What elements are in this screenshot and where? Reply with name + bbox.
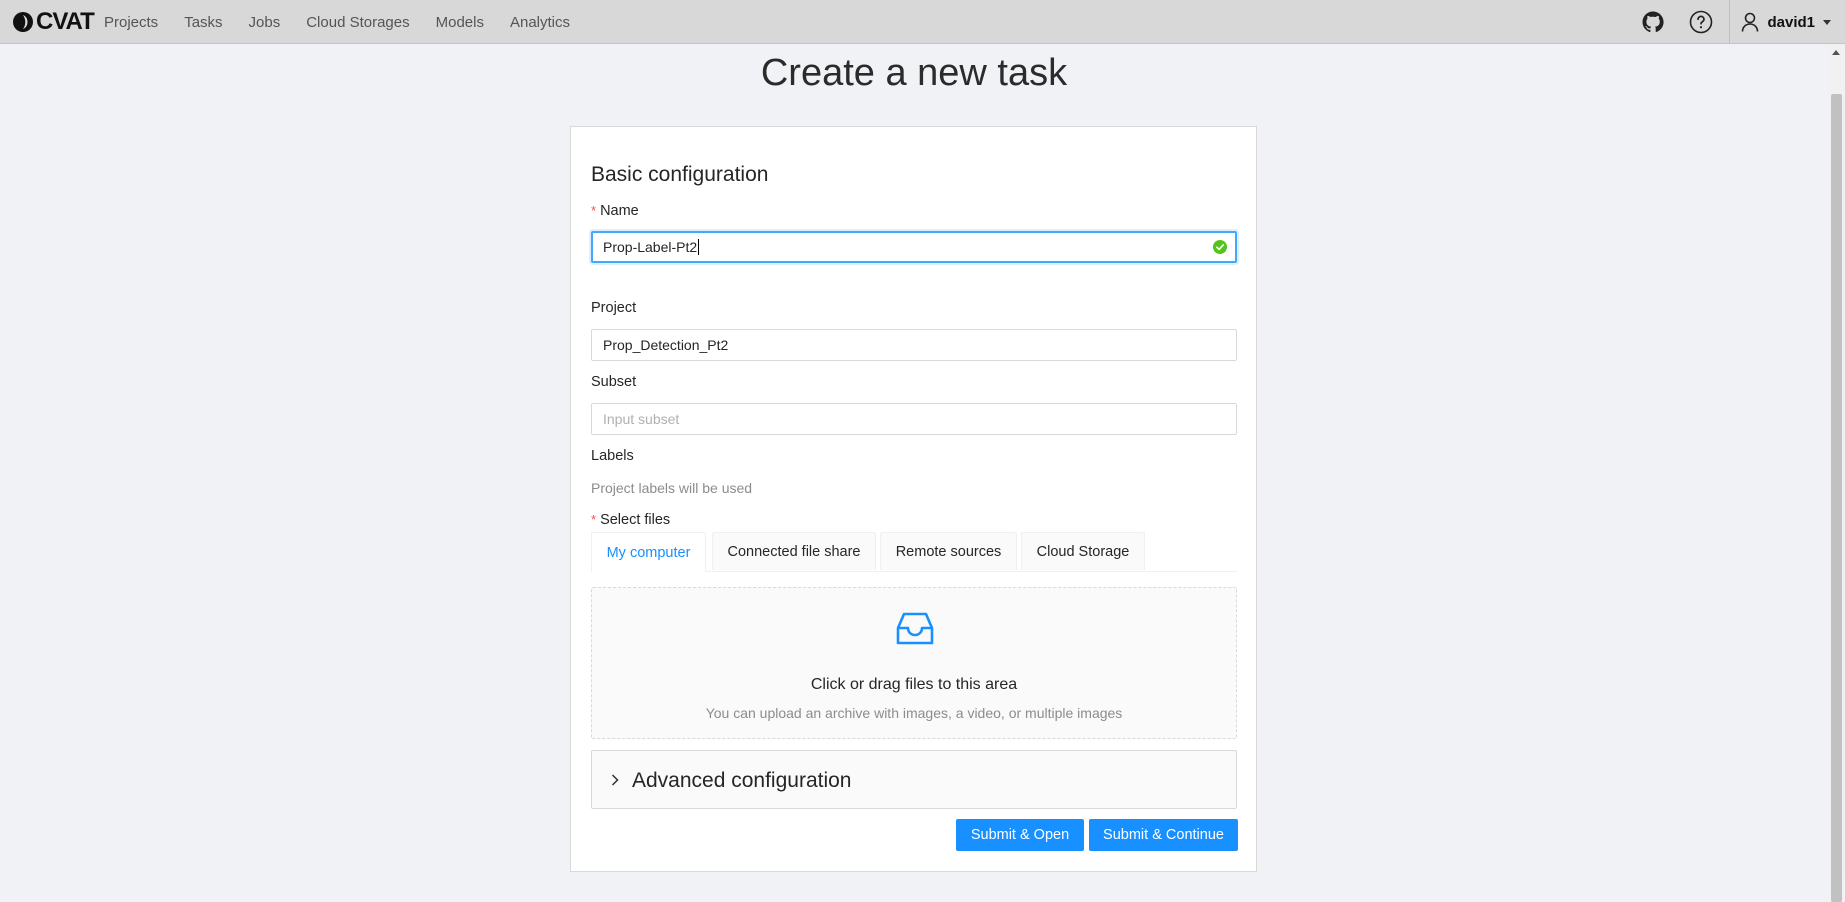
- tab-cloud-storage[interactable]: Cloud Storage: [1021, 532, 1145, 570]
- project-label: Project: [591, 300, 637, 316]
- advanced-configuration-title: Advanced configuration: [632, 769, 852, 792]
- dropzone-title: Click or drag files to this area: [810, 676, 1018, 693]
- section-title: Basic configuration: [591, 163, 769, 186]
- nav-jobs[interactable]: Jobs: [236, 14, 294, 31]
- name-input[interactable]: Prop-Label-Pt2: [591, 231, 1237, 263]
- select-files-label: * Select files: [591, 512, 671, 528]
- main-nav: Projects Tasks Jobs Cloud Storages Model…: [91, 0, 583, 44]
- question-circle-icon[interactable]: [1689, 10, 1713, 34]
- user-icon: [1742, 12, 1759, 32]
- user-name: david1: [1767, 13, 1815, 31]
- nav-projects[interactable]: Projects: [91, 14, 171, 31]
- page-scrollbar[interactable]: [1828, 44, 1845, 902]
- dropzone-hint: You can upload an archive with images, a…: [705, 705, 1123, 721]
- labels-hint: Project labels will be used: [591, 480, 753, 496]
- labels-label: Labels: [591, 448, 634, 464]
- inbox-icon: [896, 612, 934, 645]
- tab-remote-sources[interactable]: Remote sources: [880, 532, 1017, 570]
- submit-continue-button[interactable]: Submit & Continue: [1089, 819, 1238, 851]
- required-mark: *: [591, 203, 597, 218]
- nav-models[interactable]: Models: [423, 14, 497, 31]
- subset-label: Subset: [591, 374, 637, 390]
- submit-open-button[interactable]: Submit & Open: [956, 819, 1084, 851]
- nav-analytics[interactable]: Analytics: [497, 14, 583, 31]
- nav-cloud-storages[interactable]: Cloud Storages: [293, 14, 422, 31]
- check-circle-icon: [1213, 240, 1227, 254]
- subset-placeholder: Input subset: [603, 411, 680, 427]
- advanced-configuration-panel[interactable]: Advanced configuration: [591, 750, 1237, 809]
- file-upload-dropzone[interactable]: Click or drag files to this area You can…: [591, 587, 1237, 739]
- tab-connected-file-share[interactable]: Connected file share: [712, 532, 876, 570]
- name-input-value: Prop-Label-Pt2: [603, 239, 698, 255]
- file-source-tabs: My computer Connected file share Remote …: [591, 532, 1237, 572]
- header-right-area: david1: [1641, 0, 1845, 44]
- page-title: Create a new task: [760, 52, 1068, 94]
- text-cursor: [698, 239, 700, 255]
- user-menu[interactable]: david1: [1729, 0, 1845, 44]
- project-select[interactable]: Prop_Detection_Pt2: [591, 329, 1237, 361]
- chevron-right-icon: [611, 774, 619, 786]
- caret-down-icon: [1823, 19, 1831, 25]
- logo-text: CVAT: [36, 8, 95, 35]
- scrollbar-thumb[interactable]: [1831, 94, 1842, 902]
- nav-tasks[interactable]: Tasks: [171, 14, 235, 31]
- github-icon[interactable]: [1641, 10, 1665, 34]
- tab-my-computer[interactable]: My computer: [591, 532, 706, 572]
- create-task-form: Basic configuration * Name Prop-Label-Pt2…: [570, 126, 1257, 872]
- subset-input[interactable]: Input subset: [591, 403, 1237, 435]
- cvat-logo-icon: [13, 12, 33, 32]
- project-select-value: Prop_Detection_Pt2: [603, 337, 729, 353]
- name-label: * Name: [591, 203, 639, 219]
- required-mark: *: [591, 512, 597, 527]
- top-navigation-bar: CVAT Projects Tasks Jobs Cloud Storages …: [0, 0, 1845, 44]
- cvat-logo[interactable]: CVAT: [12, 8, 95, 35]
- scroll-up-arrow-icon[interactable]: [1832, 50, 1840, 55]
